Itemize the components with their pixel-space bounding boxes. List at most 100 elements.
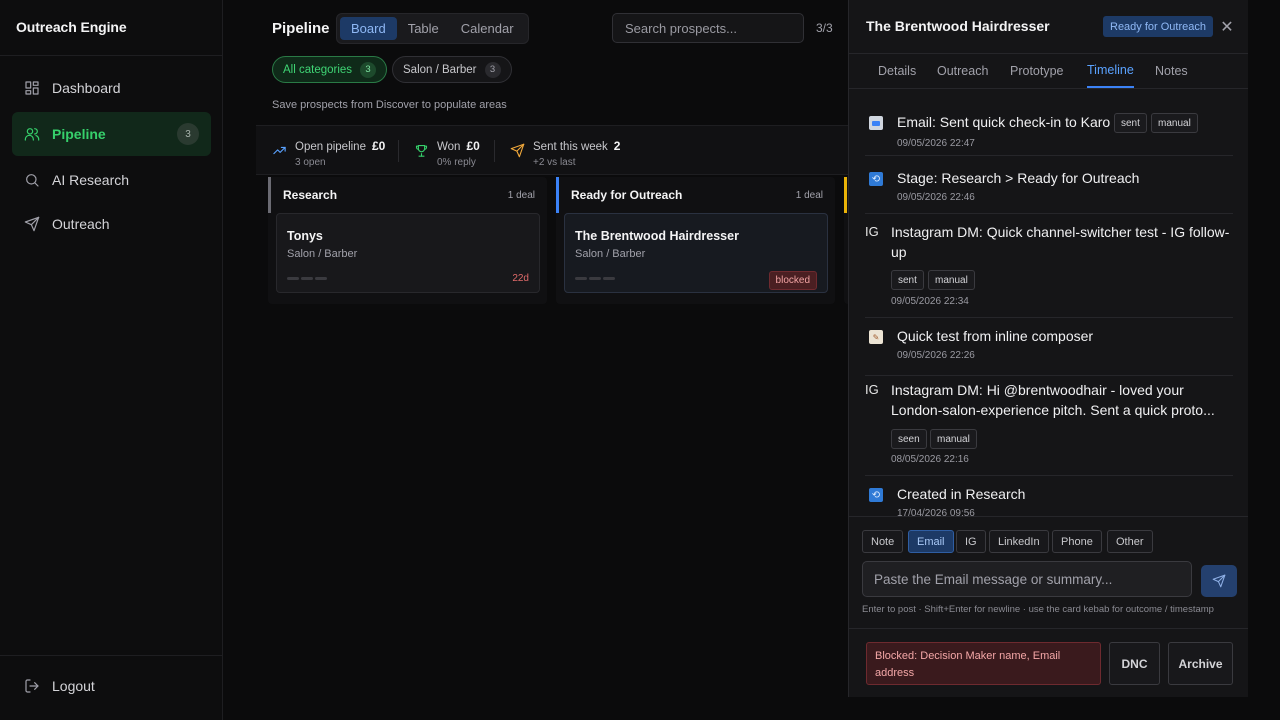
page-gutter bbox=[1248, 0, 1280, 720]
type-email[interactable]: Email bbox=[908, 530, 954, 553]
timeline-time: 17/04/2026 09:56 bbox=[897, 508, 975, 516]
logout-label: Logout bbox=[52, 678, 95, 694]
users-icon bbox=[24, 128, 40, 141]
timeline-time: 09/05/2026 22:26 bbox=[897, 350, 975, 361]
stat-value: £0 bbox=[466, 139, 480, 153]
stat-divider bbox=[398, 140, 399, 162]
timeline-item[interactable]: Email: Sent quick check-in to Karo sent … bbox=[865, 100, 1233, 156]
timeline-time: 09/05/2026 22:46 bbox=[897, 192, 975, 203]
drawer-footer: Blocked: Decision Maker name, Email addr… bbox=[849, 628, 1249, 697]
type-note[interactable]: Note bbox=[862, 530, 904, 553]
progress-dots bbox=[575, 277, 617, 280]
stat-sub: 3 open bbox=[295, 157, 326, 168]
timeline-list: Email: Sent quick check-in to Karo sent … bbox=[849, 100, 1249, 516]
stat-sub: +2 vs last bbox=[533, 157, 576, 168]
type-ig[interactable]: IG bbox=[956, 530, 986, 553]
dnc-button[interactable]: DNC bbox=[1109, 642, 1160, 685]
tab-calendar[interactable]: Calendar bbox=[450, 17, 525, 40]
pipeline-main: Pipeline Board Table Calendar 3/3 All ca… bbox=[224, 0, 848, 720]
timeline-text: Stage: Research > Ready for Outreach bbox=[897, 170, 1140, 186]
archive-button[interactable]: Archive bbox=[1168, 642, 1233, 685]
tab-table[interactable]: Table bbox=[397, 17, 450, 40]
stat-value: 2 bbox=[613, 139, 621, 153]
chip-count: 3 bbox=[484, 61, 501, 78]
column-count: 1 deal bbox=[795, 189, 823, 201]
blocked-warning: Blocked: Decision Maker name, Email addr… bbox=[866, 642, 1101, 685]
composer-hint: Enter to post · Shift+Enter for newline … bbox=[862, 604, 1214, 615]
result-count: 3/3 bbox=[816, 21, 833, 35]
type-other[interactable]: Other bbox=[1107, 530, 1153, 553]
stat-sent-week: Sent this week 2 +2 vs last bbox=[510, 137, 620, 168]
instagram-icon: IG bbox=[865, 224, 879, 239]
column-ready-for-outreach: Ready for Outreach 1 deal The Brentwood … bbox=[556, 177, 835, 304]
column-header: Research 1 deal bbox=[268, 177, 547, 213]
blocked-badge: blocked bbox=[768, 271, 817, 290]
email-icon bbox=[869, 116, 883, 130]
send-icon bbox=[24, 216, 40, 232]
sidebar: Outreach Engine Dashboard Pipeline 3 AI … bbox=[0, 0, 223, 720]
sidebar-item-dashboard[interactable]: Dashboard bbox=[12, 68, 211, 108]
source-tag: manual bbox=[1151, 113, 1198, 133]
sidebar-item-outreach[interactable]: Outreach bbox=[12, 204, 211, 244]
timeline-item[interactable]: IG Instagram DM: Quick channel-switcher … bbox=[865, 214, 1233, 318]
deal-card[interactable]: The Brentwood Hairdresser Salon / Barber… bbox=[564, 213, 828, 293]
column-header: Ready for Outreach 1 deal bbox=[556, 177, 835, 213]
close-icon[interactable]: ✕ bbox=[1217, 16, 1237, 38]
type-linkedin[interactable]: LinkedIn bbox=[989, 530, 1049, 553]
sidebar-item-label: AI Research bbox=[52, 172, 130, 188]
send-button[interactable] bbox=[1201, 565, 1237, 597]
drawer-title: The Brentwood Hairdresser bbox=[866, 18, 1050, 34]
tab-timeline[interactable]: Timeline bbox=[1087, 54, 1134, 88]
timeline-item[interactable]: IG Instagram DM: Hi @brentwoodhair - lov… bbox=[865, 376, 1233, 476]
timeline-item[interactable]: ⟲ Stage: Research > Ready for Outreach 0… bbox=[865, 156, 1233, 214]
column-title: Research bbox=[283, 188, 338, 202]
app-root: Outreach Engine Dashboard Pipeline 3 AI … bbox=[0, 0, 1280, 720]
timeline-text: Created in Research bbox=[897, 486, 1026, 502]
tab-prototype[interactable]: Prototype bbox=[1010, 54, 1064, 88]
tab-notes[interactable]: Notes bbox=[1155, 54, 1188, 88]
column-count: 1 deal bbox=[507, 189, 535, 201]
timeline-text: Email: Sent quick check-in to Karo bbox=[897, 114, 1111, 130]
timeline-item[interactable]: ✎ Quick test from inline composer 09/05/… bbox=[865, 318, 1233, 376]
stat-sub: 0% reply bbox=[437, 157, 476, 168]
timeline-item[interactable]: ⟲ Created in Research 17/04/2026 09:56 bbox=[865, 476, 1233, 516]
status-tag: seen bbox=[891, 429, 927, 449]
sidebar-item-ai-research[interactable]: AI Research bbox=[12, 160, 211, 200]
column-research: Research 1 deal Tonys Salon / Barber 22d bbox=[268, 177, 547, 304]
timeline-composer: Note Email IG LinkedIn Phone Other Enter… bbox=[849, 516, 1249, 628]
deal-card[interactable]: Tonys Salon / Barber 22d bbox=[276, 213, 540, 293]
sidebar-divider bbox=[0, 655, 223, 656]
sidebar-divider bbox=[0, 55, 223, 56]
timeline-time: 09/05/2026 22:34 bbox=[891, 296, 969, 307]
category-chip-all[interactable]: All categories 3 bbox=[272, 56, 388, 83]
sidebar-item-pipeline[interactable]: Pipeline 3 bbox=[12, 112, 211, 156]
stat-divider bbox=[494, 140, 495, 162]
card-title: Tonys bbox=[287, 229, 323, 243]
logout-button[interactable]: Logout bbox=[24, 678, 95, 694]
composer-input[interactable] bbox=[862, 561, 1192, 597]
timeline-time: 08/05/2026 22:16 bbox=[891, 454, 969, 465]
tab-details[interactable]: Details bbox=[878, 54, 916, 88]
stat-label: Open pipeline bbox=[295, 141, 366, 153]
stage-change-icon: ⟲ bbox=[869, 488, 883, 502]
sidebar-nav: Dashboard Pipeline 3 AI Research Outreac… bbox=[12, 68, 211, 248]
column-title: Ready for Outreach bbox=[571, 188, 683, 202]
type-phone[interactable]: Phone bbox=[1052, 530, 1102, 553]
timeline-time: 09/05/2026 22:47 bbox=[897, 138, 975, 149]
sidebar-item-label: Outreach bbox=[52, 216, 110, 232]
timeline-text: Instagram DM: Hi @brentwoodhair - loved … bbox=[891, 382, 1215, 418]
card-title: The Brentwood Hairdresser bbox=[575, 229, 739, 243]
category-chip-salon[interactable]: Salon / Barber 3 bbox=[392, 56, 512, 83]
prospect-drawer: The Brentwood Hairdresser Ready for Outr… bbox=[848, 0, 1249, 697]
note-icon: ✎ bbox=[869, 330, 883, 344]
sidebar-item-label: Dashboard bbox=[52, 80, 121, 96]
stat-open-pipeline: Open pipeline £0 3 open bbox=[272, 137, 385, 168]
search-input[interactable] bbox=[612, 13, 804, 43]
discover-hint: Save prospects from Discover to populate… bbox=[272, 99, 507, 111]
chip-count: 3 bbox=[360, 61, 377, 78]
tab-outreach[interactable]: Outreach bbox=[937, 54, 988, 88]
brand-title: Outreach Engine bbox=[16, 19, 127, 35]
tab-board[interactable]: Board bbox=[340, 17, 397, 40]
send-icon bbox=[1212, 574, 1226, 588]
search-icon bbox=[26, 174, 39, 187]
